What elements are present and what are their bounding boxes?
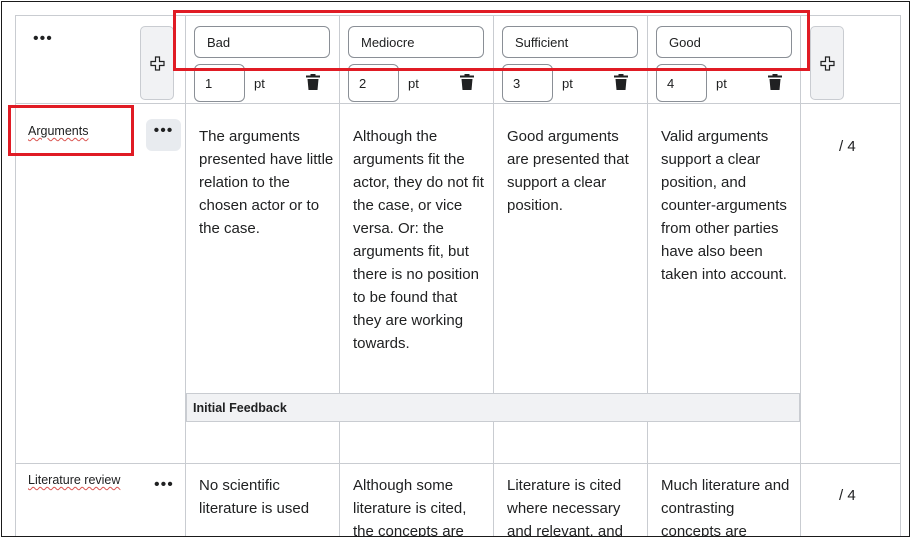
criterion-description[interactable]: The arguments presented have little rela… <box>199 125 335 240</box>
criterion-description[interactable]: Much literature and contrasting concepts… <box>661 474 797 536</box>
trash-icon[interactable] <box>460 74 474 90</box>
level-names-highlight <box>173 10 810 71</box>
trash-icon[interactable] <box>306 74 320 90</box>
criterion-name-literature-review[interactable]: Literature review <box>28 473 120 487</box>
more-dots-icon: ••• <box>153 122 174 139</box>
trash-icon[interactable] <box>614 74 628 90</box>
add-level-right-button[interactable] <box>810 26 844 100</box>
points-unit-label: pt <box>254 76 265 91</box>
grid-line <box>185 16 186 536</box>
criterion-score: / 4 <box>839 138 856 155</box>
criterion-score: / 4 <box>839 487 856 504</box>
grid-line <box>493 16 494 536</box>
screenshot-frame: ••• pt pt pt pt Arguments ••• The argume… <box>1 1 910 537</box>
criterion-description[interactable]: Although the arguments fit the actor, th… <box>353 125 489 355</box>
grid-line <box>16 103 900 104</box>
criterion-description[interactable]: No scientific literature is used <box>199 474 335 520</box>
rubric-grid: ••• pt pt pt pt Arguments ••• The argume… <box>15 15 901 536</box>
more-dots-icon[interactable]: ••• <box>154 477 174 493</box>
plus-icon <box>819 55 835 71</box>
add-level-left-button[interactable] <box>140 26 174 100</box>
criterion-name-highlight <box>8 105 134 156</box>
grid-line <box>800 16 801 536</box>
points-unit-label: pt <box>562 76 573 91</box>
criterion-description[interactable]: Valid arguments support a clear position… <box>661 125 797 286</box>
trash-icon[interactable] <box>768 74 782 90</box>
criterion-options-button[interactable]: ••• <box>146 119 181 151</box>
initial-feedback-label: Initial Feedback <box>193 401 287 415</box>
plus-icon <box>149 55 165 71</box>
grid-line <box>339 16 340 536</box>
more-dots-icon[interactable]: ••• <box>33 31 53 47</box>
initial-feedback-header: Initial Feedback <box>186 393 800 422</box>
criterion-description[interactable]: Although some literature is cited, the c… <box>353 474 489 536</box>
grid-line <box>16 463 900 464</box>
points-unit-label: pt <box>408 76 419 91</box>
points-unit-label: pt <box>716 76 727 91</box>
grid-line <box>647 16 648 536</box>
criterion-description[interactable]: Good arguments are presented that suppor… <box>507 125 643 217</box>
criterion-description[interactable]: Literature is cited where necessary and … <box>507 474 643 536</box>
